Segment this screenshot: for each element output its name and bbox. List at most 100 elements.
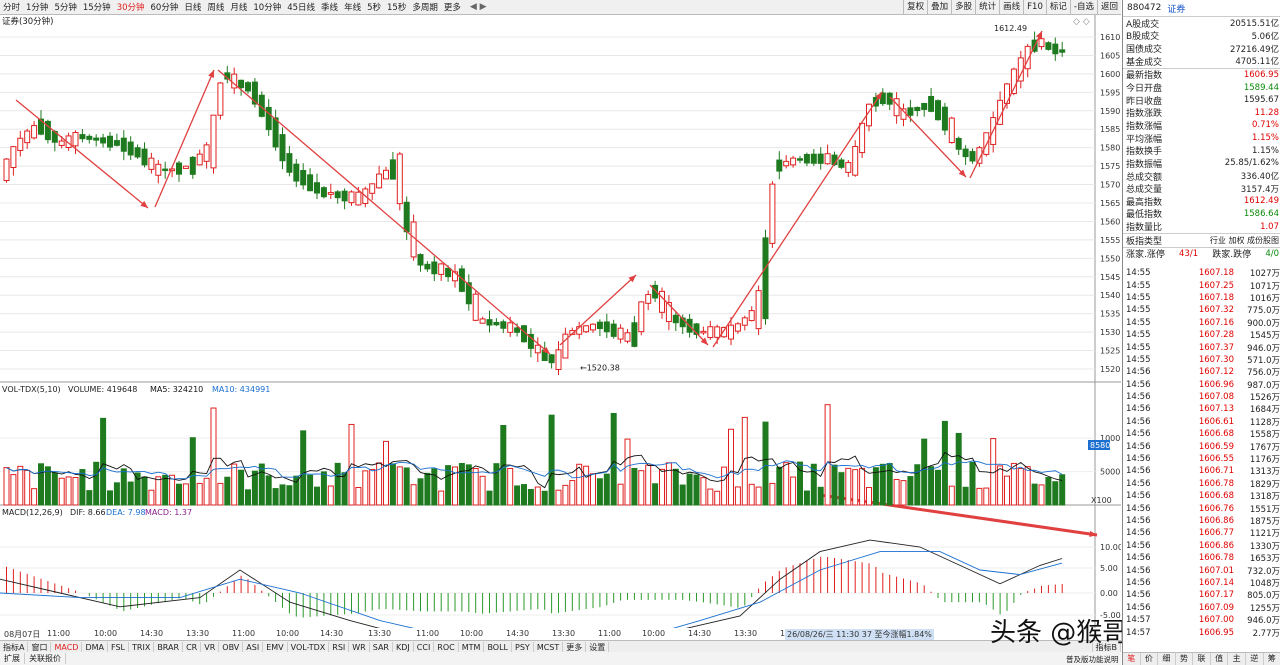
time-label: 13:30 bbox=[552, 629, 576, 638]
tool-button[interactable]: 统计 bbox=[975, 0, 1000, 14]
stat-row: 昨日收盘 1595.67 bbox=[1123, 94, 1280, 107]
candle-body bbox=[3, 158, 10, 182]
tool-button[interactable]: F10 bbox=[1023, 0, 1046, 14]
ext-button[interactable]: 扩展 bbox=[0, 653, 25, 664]
indicator-tab[interactable]: EMV bbox=[263, 641, 288, 653]
tick-price: 1606.78 bbox=[1198, 553, 1234, 564]
period-tab[interactable]: 月线 bbox=[227, 1, 250, 13]
candle-body bbox=[500, 321, 507, 329]
indicator-tab[interactable]: ROC bbox=[434, 641, 459, 653]
tick-list[interactable]: 14:55 1607.18 1027万 14:55 1607.25 1071万 14:55 1… bbox=[1123, 267, 1280, 639]
indicator-tab[interactable]: 指标A bbox=[0, 641, 29, 653]
period-tab[interactable]: 5秒 bbox=[364, 1, 384, 13]
tool-button[interactable]: 返回 bbox=[1096, 0, 1121, 14]
panel-tabs: 笔价细势联值主逆筹 bbox=[1123, 652, 1280, 665]
panel-tab[interactable]: 势 bbox=[1176, 653, 1194, 665]
ext-button[interactable]: 关联报价 bbox=[25, 653, 66, 664]
indicator-tab[interactable]: CR bbox=[183, 641, 202, 653]
indicator-tab[interactable]: 窗口 bbox=[28, 641, 52, 653]
indicator-tab[interactable]: MCST bbox=[534, 641, 564, 653]
chart-options-icon[interactable]: ◇ ◇ bbox=[1073, 17, 1090, 27]
tool-button[interactable]: 标记 bbox=[1045, 0, 1070, 14]
indicator-tab[interactable]: OBV bbox=[219, 641, 244, 653]
period-tab[interactable]: 45日线 bbox=[284, 1, 318, 13]
tick-row: 14:56 1606.61 1128万 bbox=[1123, 416, 1280, 428]
period-tab[interactable]: 10分钟 bbox=[250, 1, 284, 13]
period-tab[interactable]: 多周期 bbox=[409, 1, 441, 13]
volume-bar bbox=[58, 477, 65, 506]
candle-body bbox=[514, 327, 521, 333]
indicator-tab[interactable]: BRAR bbox=[154, 641, 184, 653]
volume-bar bbox=[389, 463, 396, 506]
indicator-tab[interactable]: SAR bbox=[370, 641, 393, 653]
volume-bar bbox=[659, 468, 665, 506]
indicator-tab[interactable]: TRIX bbox=[129, 641, 155, 653]
panel-tab[interactable]: 值 bbox=[1211, 653, 1229, 665]
period-tab[interactable]: 季线 bbox=[318, 1, 341, 13]
stat-row: 指数振幅 25.85/1.62% bbox=[1123, 157, 1280, 170]
volume-bar bbox=[10, 474, 17, 506]
type-links[interactable]: 行业 加权 成份股图 bbox=[1210, 235, 1279, 246]
period-tab[interactable]: 15秒 bbox=[384, 1, 409, 13]
period-tab[interactable]: 日线 bbox=[181, 1, 204, 13]
period-tab[interactable]: 30分钟 bbox=[114, 1, 148, 13]
indicator-tab[interactable]: VOL-TDX bbox=[288, 641, 330, 653]
panel-tab[interactable]: 逆 bbox=[1246, 653, 1264, 665]
period-tab[interactable]: 1分钟 bbox=[23, 1, 51, 13]
kline-chart[interactable]: 1610 1605 1600 1595 1590 1585 1580 1575 1570 1565… bbox=[0, 15, 1125, 663]
nav-arrows[interactable]: ◀ ▶ bbox=[470, 2, 487, 12]
tool-button[interactable]: 多股 bbox=[951, 0, 976, 14]
indicator-tab[interactable]: RSI bbox=[329, 641, 350, 653]
panel-tab[interactable]: 笔 bbox=[1123, 653, 1141, 665]
tick-price: 1606.61 bbox=[1198, 416, 1234, 427]
indicator-tab[interactable]: CCI bbox=[414, 641, 435, 653]
tool-button[interactable]: 复权 bbox=[903, 0, 928, 14]
indicator-tab[interactable]: VR bbox=[201, 641, 220, 653]
indicator-tab[interactable]: DMA bbox=[82, 641, 109, 653]
period-tab[interactable]: 年线 bbox=[341, 1, 364, 13]
period-tab[interactable]: 周线 bbox=[204, 1, 227, 13]
price-tick: 1590 bbox=[1100, 107, 1120, 116]
panel-tab[interactable]: 细 bbox=[1158, 653, 1176, 665]
tick-time: 14:56 bbox=[1126, 516, 1151, 526]
indicator-tab[interactable]: KDJ bbox=[393, 641, 414, 653]
panel-tab[interactable]: 主 bbox=[1228, 653, 1246, 665]
panel-tab[interactable]: 筹 bbox=[1264, 653, 1280, 665]
candle-body bbox=[769, 183, 776, 244]
tick-row: 14:55 1607.16 900.0万 bbox=[1123, 317, 1280, 329]
indicator-tab[interactable]: MACD bbox=[51, 641, 83, 653]
stat-label: 指数量比 bbox=[1126, 223, 1163, 234]
period-tab[interactable]: 5分钟 bbox=[51, 1, 79, 13]
period-tab[interactable]: 分时 bbox=[0, 1, 23, 13]
tick-price: 1607.00 bbox=[1198, 615, 1234, 626]
candle-body bbox=[610, 323, 617, 337]
tool-button[interactable]: 画线 bbox=[999, 0, 1024, 14]
period-tab[interactable]: 15分钟 bbox=[80, 1, 114, 13]
indicator-tab[interactable]: WR bbox=[349, 641, 370, 653]
indicator-tab[interactable]: MTM bbox=[459, 641, 485, 653]
candle-body bbox=[824, 153, 831, 165]
tick-volume: 1048万 bbox=[1249, 578, 1280, 589]
indicator-tab[interactable]: ASI bbox=[243, 641, 264, 653]
indicator-tab[interactable]: BOLL bbox=[484, 641, 513, 653]
index-name[interactable]: 证券 bbox=[1167, 2, 1185, 15]
panel-tab[interactable]: 价 bbox=[1141, 653, 1159, 665]
period-tab[interactable]: 60分钟 bbox=[148, 1, 182, 13]
candle-body bbox=[845, 162, 852, 173]
stat-row: 总成交量 3157.4万 bbox=[1123, 182, 1280, 196]
stat-value: 0.71% bbox=[1251, 120, 1279, 131]
indicator-tab[interactable]: PSY bbox=[512, 641, 534, 653]
period-tab[interactable]: 更多 bbox=[441, 1, 464, 13]
stat-value: 11.28 bbox=[1254, 107, 1279, 118]
indicator-tab[interactable]: FSL bbox=[108, 641, 130, 653]
indicator-tab[interactable]: 更多 bbox=[563, 641, 587, 653]
panel-tab[interactable]: 联 bbox=[1193, 653, 1211, 665]
tick-price: 1606.68 bbox=[1198, 429, 1234, 440]
help-link[interactable]: 普及版功能说明 bbox=[1066, 654, 1119, 665]
tool-button[interactable]: 叠加 bbox=[927, 0, 952, 14]
tool-button[interactable]: -自选 bbox=[1069, 0, 1097, 14]
chart-area[interactable]: 1610 1605 1600 1595 1590 1585 1580 1575 1570 1565… bbox=[0, 15, 1125, 663]
indicator-tab[interactable]: 设置 bbox=[586, 641, 610, 653]
volume-bar bbox=[86, 490, 93, 506]
volume-bar bbox=[893, 478, 900, 506]
